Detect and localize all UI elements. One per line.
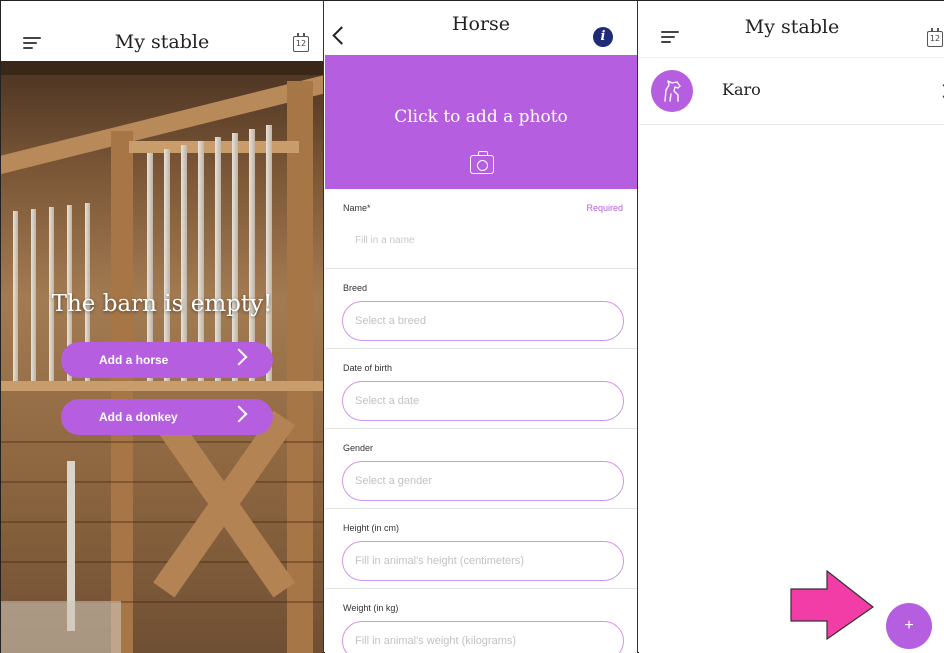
breed-select[interactable]: Select a breed bbox=[342, 301, 624, 341]
field-label: Breed bbox=[343, 283, 368, 293]
info-icon[interactable]: i bbox=[593, 27, 613, 47]
empty-barn-message: The barn is empty! bbox=[51, 291, 273, 317]
height-field: Height (in cm) Fill in animal's height (… bbox=[325, 509, 637, 589]
horse-icon bbox=[651, 70, 693, 112]
weight-field: Weight (in kg) Fill in animal's weight (… bbox=[325, 589, 637, 653]
animal-name: Karo bbox=[722, 80, 761, 99]
empty-stable-screen: My stable 12 The barn is empty! Add a ho… bbox=[1, 1, 324, 653]
screenshot-composite: My stable 12 The barn is empty! Add a ho… bbox=[0, 0, 944, 653]
gender-field: Gender Select a gender bbox=[325, 429, 637, 509]
field-label: Date of birth bbox=[343, 363, 393, 373]
page-title: My stable bbox=[744, 16, 840, 38]
add-donkey-button[interactable]: Add a donkey bbox=[61, 399, 273, 435]
calendar-icon[interactable]: 12 bbox=[293, 33, 309, 52]
date-of-birth-field: Date of birth Select a date bbox=[325, 349, 637, 429]
field-label: Gender bbox=[343, 443, 374, 453]
breed-field: Breed Select a breed bbox=[325, 269, 637, 349]
chevron-right-icon bbox=[230, 405, 248, 423]
add-donkey-label: Add a donkey bbox=[99, 410, 178, 424]
gender-select[interactable]: Select a gender bbox=[342, 461, 624, 501]
menu-icon[interactable] bbox=[661, 31, 679, 43]
name-field: Name* Required Fill in a name bbox=[325, 189, 637, 269]
add-animal-button[interactable]: + bbox=[886, 603, 932, 649]
chevron-right-icon bbox=[230, 348, 248, 366]
calendar-icon[interactable]: 12 bbox=[927, 28, 943, 47]
menu-icon[interactable] bbox=[23, 37, 41, 49]
required-note: Required bbox=[586, 203, 623, 213]
back-arrow-icon[interactable] bbox=[332, 26, 351, 45]
date-select[interactable]: Select a date bbox=[342, 381, 624, 421]
chevron-right-icon bbox=[936, 83, 944, 99]
form-title: Horse bbox=[451, 13, 511, 35]
field-label: Weight (in kg) bbox=[343, 603, 399, 613]
horse-form-screen: Horse i Click to add a photo Name* Requi… bbox=[325, 1, 638, 653]
name-input[interactable]: Fill in a name bbox=[355, 235, 414, 246]
app-header: My stable 12 bbox=[639, 1, 944, 57]
field-label: Name* bbox=[343, 203, 371, 213]
app-header: My stable 12 bbox=[1, 1, 323, 61]
animal-list-item[interactable]: Karo bbox=[639, 57, 944, 125]
form-header: Horse i bbox=[325, 1, 637, 55]
add-horse-button[interactable]: Add a horse bbox=[61, 342, 273, 378]
weight-input[interactable]: Fill in animal's weight (kilograms) bbox=[342, 621, 624, 653]
page-title: My stable bbox=[114, 31, 210, 53]
add-photo-area[interactable]: Click to add a photo bbox=[325, 55, 637, 189]
camera-icon bbox=[470, 151, 494, 174]
field-label: Height (in cm) bbox=[343, 523, 400, 533]
stable-list-screen: My stable 12 Karo + bbox=[639, 1, 944, 653]
add-photo-label: Click to add a photo bbox=[394, 107, 568, 127]
pointer-arrow-annotation bbox=[790, 569, 875, 641]
height-input[interactable]: Fill in animal's height (centimeters) bbox=[342, 541, 624, 581]
add-horse-label: Add a horse bbox=[99, 353, 169, 367]
